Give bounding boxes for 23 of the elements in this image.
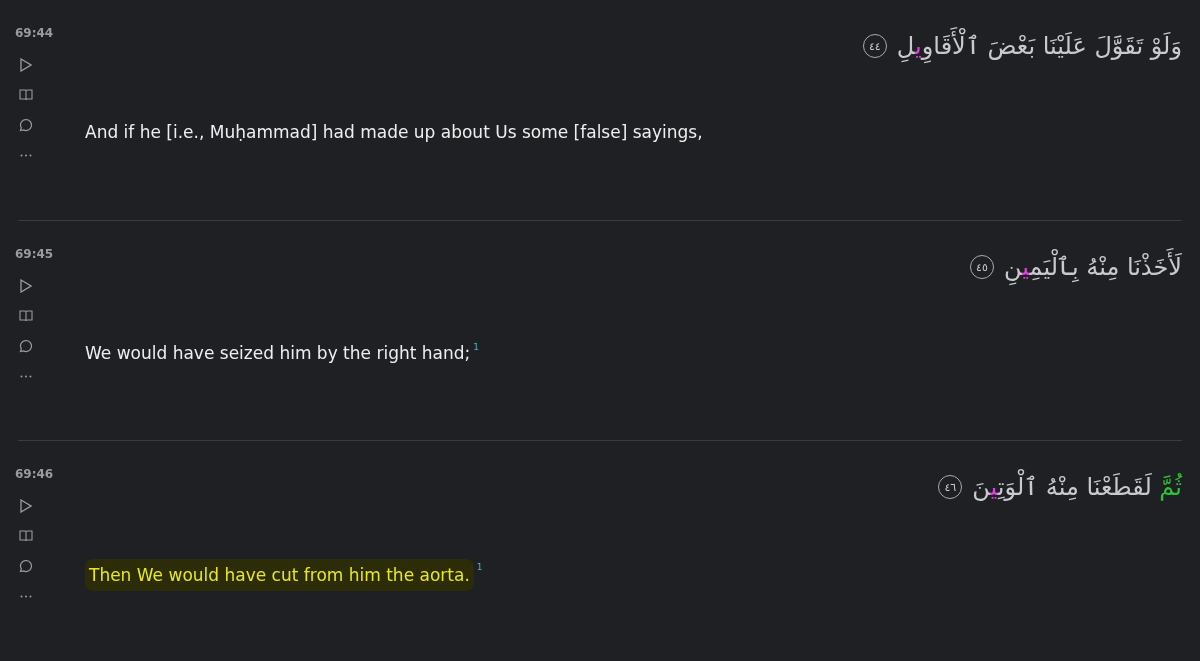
chat-icon <box>19 559 33 573</box>
play-icon <box>20 58 32 72</box>
translation-text: We would have seized him by the right hand; <box>85 342 471 365</box>
arabic-verse: وَلَوْ تَقَوَّلَ عَلَيْنَا بَعْضَ ٱلْأَقَاوِيلِ <box>888 18 1190 74</box>
more-icon <box>20 374 32 378</box>
arabic-verse: ثُمَّ لَقَطَعْنَا مِنْهُ ٱلْوَتِينَ <box>964 459 1190 515</box>
footnote-link[interactable]: 1 <box>473 335 479 359</box>
footnote-link[interactable]: 1 <box>476 555 483 579</box>
more-icon <box>20 594 32 598</box>
more-icon <box>20 153 32 157</box>
chat-icon <box>19 118 33 132</box>
book-icon <box>19 310 33 322</box>
book-icon <box>19 530 33 542</box>
play-icon <box>20 499 32 513</box>
verse-key: 69:44 <box>15 26 54 40</box>
translation-text: And if he [i.e., Muḥammad] had made up about Us some [false] sayings, <box>85 121 703 144</box>
verse-key: 69:45 <box>15 247 54 261</box>
arabic-verse: لَأَخَذْنَا مِنْهُ بِٱلْيَمِينِ <box>996 239 1190 295</box>
translation-text: Then We would have cut from him the aorta. <box>85 559 474 591</box>
book-icon <box>19 89 33 101</box>
chat-icon <box>19 339 33 353</box>
play-icon <box>20 279 32 293</box>
verse-key: 69:46 <box>15 467 54 481</box>
